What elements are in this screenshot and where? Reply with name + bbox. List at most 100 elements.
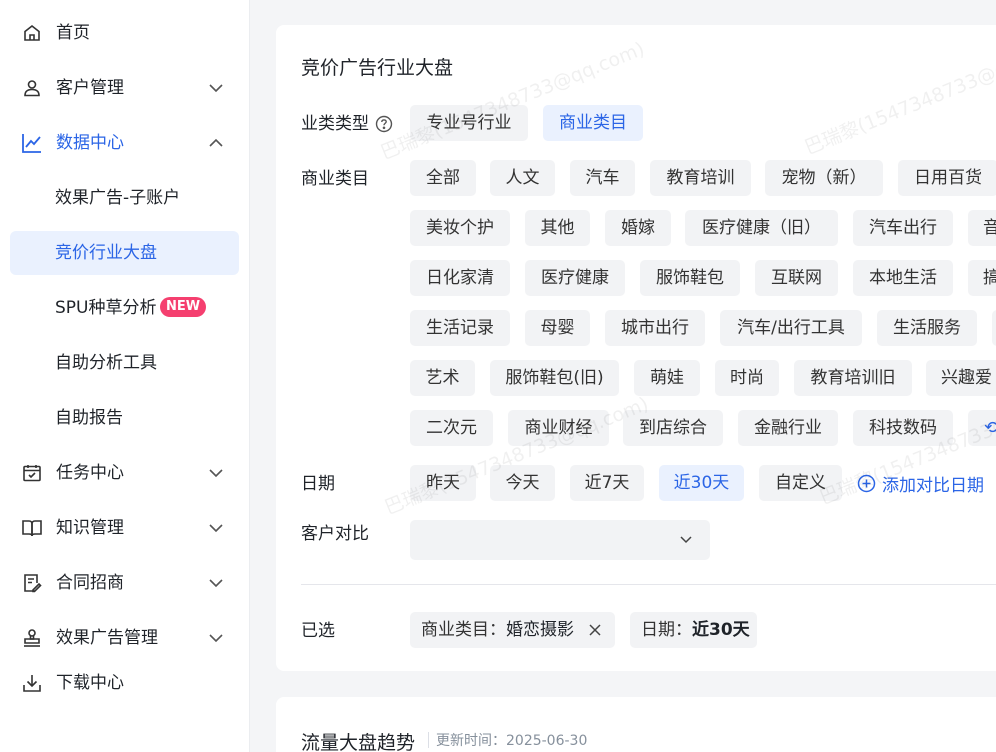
- nav-item-download-center[interactable]: 下载中心: [0, 661, 250, 705]
- close-icon[interactable]: [588, 623, 602, 637]
- industry-type-label: 业类类型: [301, 114, 369, 134]
- category-chip[interactable]: [992, 310, 996, 346]
- selected-label: 已选: [301, 621, 335, 641]
- stamp-icon: [21, 627, 43, 649]
- nav-label: 下载中心: [56, 673, 124, 693]
- category-chip[interactable]: 其他: [525, 210, 590, 246]
- sub-item-self-analysis[interactable]: 自助分析工具: [10, 341, 239, 385]
- category-chip[interactable]: 汽车出行: [853, 210, 953, 246]
- update-time: 更新时间：2025-06-30: [436, 730, 587, 750]
- sub-item-self-report[interactable]: 自助报告: [10, 396, 239, 440]
- category-chip[interactable]: 服饰鞋包(旧): [490, 360, 619, 396]
- chevron-down-icon[interactable]: [207, 575, 225, 591]
- help-icon[interactable]: [375, 115, 393, 133]
- update-time-value: 2025-06-30: [506, 733, 588, 749]
- add-compare-label: 添加对比日期: [882, 475, 984, 496]
- category-chip[interactable]: 互联网: [755, 260, 838, 296]
- date-label: 日期: [301, 474, 335, 494]
- category-chip[interactable]: 服饰鞋包: [640, 260, 740, 296]
- plus-circle-icon: [857, 474, 876, 492]
- chevron-down-icon: [680, 536, 692, 544]
- chevron-down-icon[interactable]: [207, 520, 225, 536]
- category-chip[interactable]: 商业财经: [508, 410, 609, 446]
- category-chip[interactable]: 婚嫁: [605, 210, 671, 246]
- tag-value: 婚恋摄影: [506, 620, 574, 640]
- category-label: 商业类目: [301, 169, 369, 189]
- sub-item-bidding-industry[interactable]: 竞价行业大盘: [10, 231, 239, 275]
- tag-key: 日期：: [641, 620, 692, 640]
- sub-item-label: 自助分析工具: [55, 353, 157, 373]
- category-chip[interactable]: 医疗健康: [525, 260, 625, 296]
- nav-item-data-center[interactable]: 数据中心: [0, 121, 250, 165]
- sub-item-label: SPU种草分析: [55, 298, 157, 318]
- category-chip[interactable]: 生活记录: [410, 310, 510, 346]
- user-icon: [21, 77, 43, 99]
- category-chip[interactable]: 全部: [410, 160, 476, 196]
- refresh-icon[interactable]: ⟲: [968, 410, 996, 446]
- nav-label: 首页: [56, 23, 90, 43]
- category-chip[interactable]: 时尚: [715, 360, 779, 396]
- industry-type-option[interactable]: 商业类目: [543, 105, 643, 141]
- category-chip[interactable]: 教育培训旧: [794, 360, 912, 396]
- nav-item-customer-management[interactable]: 客户管理: [0, 66, 250, 110]
- nav-label: 数据中心: [56, 133, 124, 153]
- nav-label: 效果广告管理: [56, 628, 158, 648]
- book-icon: [21, 517, 43, 539]
- category-chip[interactable]: 生活服务: [877, 310, 977, 346]
- category-chip[interactable]: 人文: [490, 160, 555, 196]
- sub-item-label: 效果广告-子账户: [55, 188, 181, 208]
- chevron-down-icon[interactable]: [207, 465, 225, 481]
- nav-item-ad-management[interactable]: 效果广告管理: [0, 616, 250, 660]
- selected-tag-date: 日期：近30天: [630, 612, 757, 648]
- category-chip[interactable]: 日用百货: [898, 160, 996, 196]
- selected-tag-category: 商业类目：婚恋摄影: [410, 612, 615, 648]
- category-chip[interactable]: 兴趣爱: [926, 360, 996, 396]
- date-option[interactable]: 今天: [490, 465, 555, 501]
- chevron-down-icon[interactable]: [207, 80, 225, 96]
- date-option[interactable]: 近7天: [570, 465, 644, 501]
- category-chip[interactable]: 本地生活: [853, 260, 953, 296]
- category-chip[interactable]: 音: [968, 210, 996, 246]
- category-chip[interactable]: 到店综合: [623, 410, 723, 446]
- add-compare-date-button[interactable]: 添加对比日期: [857, 471, 984, 496]
- category-chip[interactable]: 汽车/出行工具: [720, 310, 862, 346]
- nav-label: 知识管理: [56, 518, 124, 538]
- trend-panel: 流量大盘趋势 更新时间：2025-06-30: [276, 697, 996, 752]
- category-chip[interactable]: 日化家清: [410, 260, 510, 296]
- divider: [301, 584, 996, 585]
- nav-item-home[interactable]: 首页: [0, 11, 250, 55]
- category-chip[interactable]: 搞: [968, 260, 996, 296]
- nav-item-knowledge[interactable]: 知识管理: [0, 506, 250, 550]
- sidebar: 首页 客户管理 数据中心 效果广告-子账户 竞价行业大盘 SPU种草分析 NEW…: [0, 0, 250, 752]
- category-chip[interactable]: 科技数码: [853, 410, 953, 446]
- category-chip[interactable]: 金融行业: [738, 410, 838, 446]
- home-icon: [21, 22, 43, 44]
- nav-item-task-center[interactable]: 任务中心: [0, 451, 250, 495]
- sub-item-ad-subaccount[interactable]: 效果广告-子账户: [10, 176, 239, 220]
- tag-value: 近30天: [692, 620, 750, 640]
- date-option[interactable]: 自定义: [759, 465, 842, 501]
- calendar-check-icon: [21, 462, 43, 484]
- new-badge: NEW: [160, 297, 207, 317]
- nav-label: 客户管理: [56, 78, 124, 98]
- separator: [428, 732, 429, 748]
- category-chip[interactable]: 萌娃: [634, 360, 700, 396]
- industry-type-option[interactable]: 专业号行业: [410, 105, 528, 141]
- category-chip[interactable]: 母婴: [525, 310, 590, 346]
- category-chip[interactable]: 二次元: [410, 410, 493, 446]
- sub-item-spu-analysis[interactable]: SPU种草分析 NEW: [10, 286, 239, 330]
- date-option[interactable]: 昨天: [410, 465, 476, 501]
- nav-item-contract[interactable]: 合同招商: [0, 561, 250, 605]
- category-chip[interactable]: 教育培训: [650, 160, 751, 196]
- chevron-up-icon[interactable]: [207, 135, 225, 151]
- category-chip[interactable]: 城市出行: [605, 310, 705, 346]
- category-chip[interactable]: 宠物（新）: [765, 160, 883, 196]
- date-option[interactable]: 近30天: [659, 465, 744, 501]
- chevron-down-icon[interactable]: [207, 630, 225, 646]
- category-chip[interactable]: 美妆个护: [410, 210, 510, 246]
- category-chip[interactable]: 医疗健康（旧）: [685, 210, 838, 246]
- category-chip[interactable]: 艺术: [410, 360, 475, 396]
- customer-compare-select[interactable]: [410, 520, 710, 560]
- update-time-label: 更新时间：: [436, 733, 506, 749]
- category-chip[interactable]: 汽车: [570, 160, 635, 196]
